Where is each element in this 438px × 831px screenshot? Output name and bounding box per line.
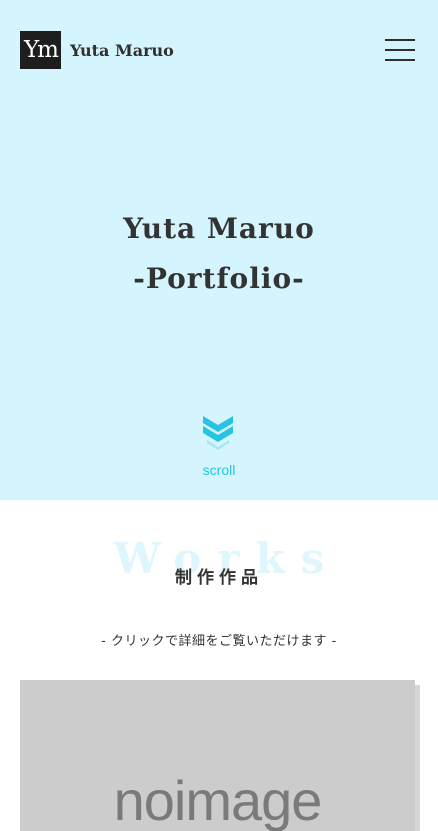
work-item-placeholder-image: noimage [113,769,323,831]
hero-title-line2: -Portfolio- [133,262,305,295]
hero-title: Yuta Maruo -Portfolio- [0,204,438,304]
work-item-card[interactable]: noimage [20,680,415,831]
scroll-label[interactable]: scroll [0,462,438,478]
logo-text: Yuta Maruo [70,40,174,60]
menu-bar [385,49,415,51]
logo-mark: Ym [20,31,61,69]
hero-title-line1: Yuta Maruo [123,212,315,245]
works-heading: 制作作品 [175,568,263,588]
hamburger-menu-icon[interactable] [385,39,415,61]
works-note: - クリックで詳細をご覧いただけます - [101,634,337,649]
works-section: Works 制作作品 - クリックで詳細をご覧いただけます - noimage [0,500,438,831]
double-chevron-down-icon[interactable] [201,414,235,454]
hero-section: Ym Yuta Maruo Yuta Maruo -Portfolio- scr… [0,0,438,500]
menu-bar [385,59,415,61]
menu-bar [385,39,415,41]
site-logo[interactable]: Ym Yuta Maruo [20,31,174,69]
